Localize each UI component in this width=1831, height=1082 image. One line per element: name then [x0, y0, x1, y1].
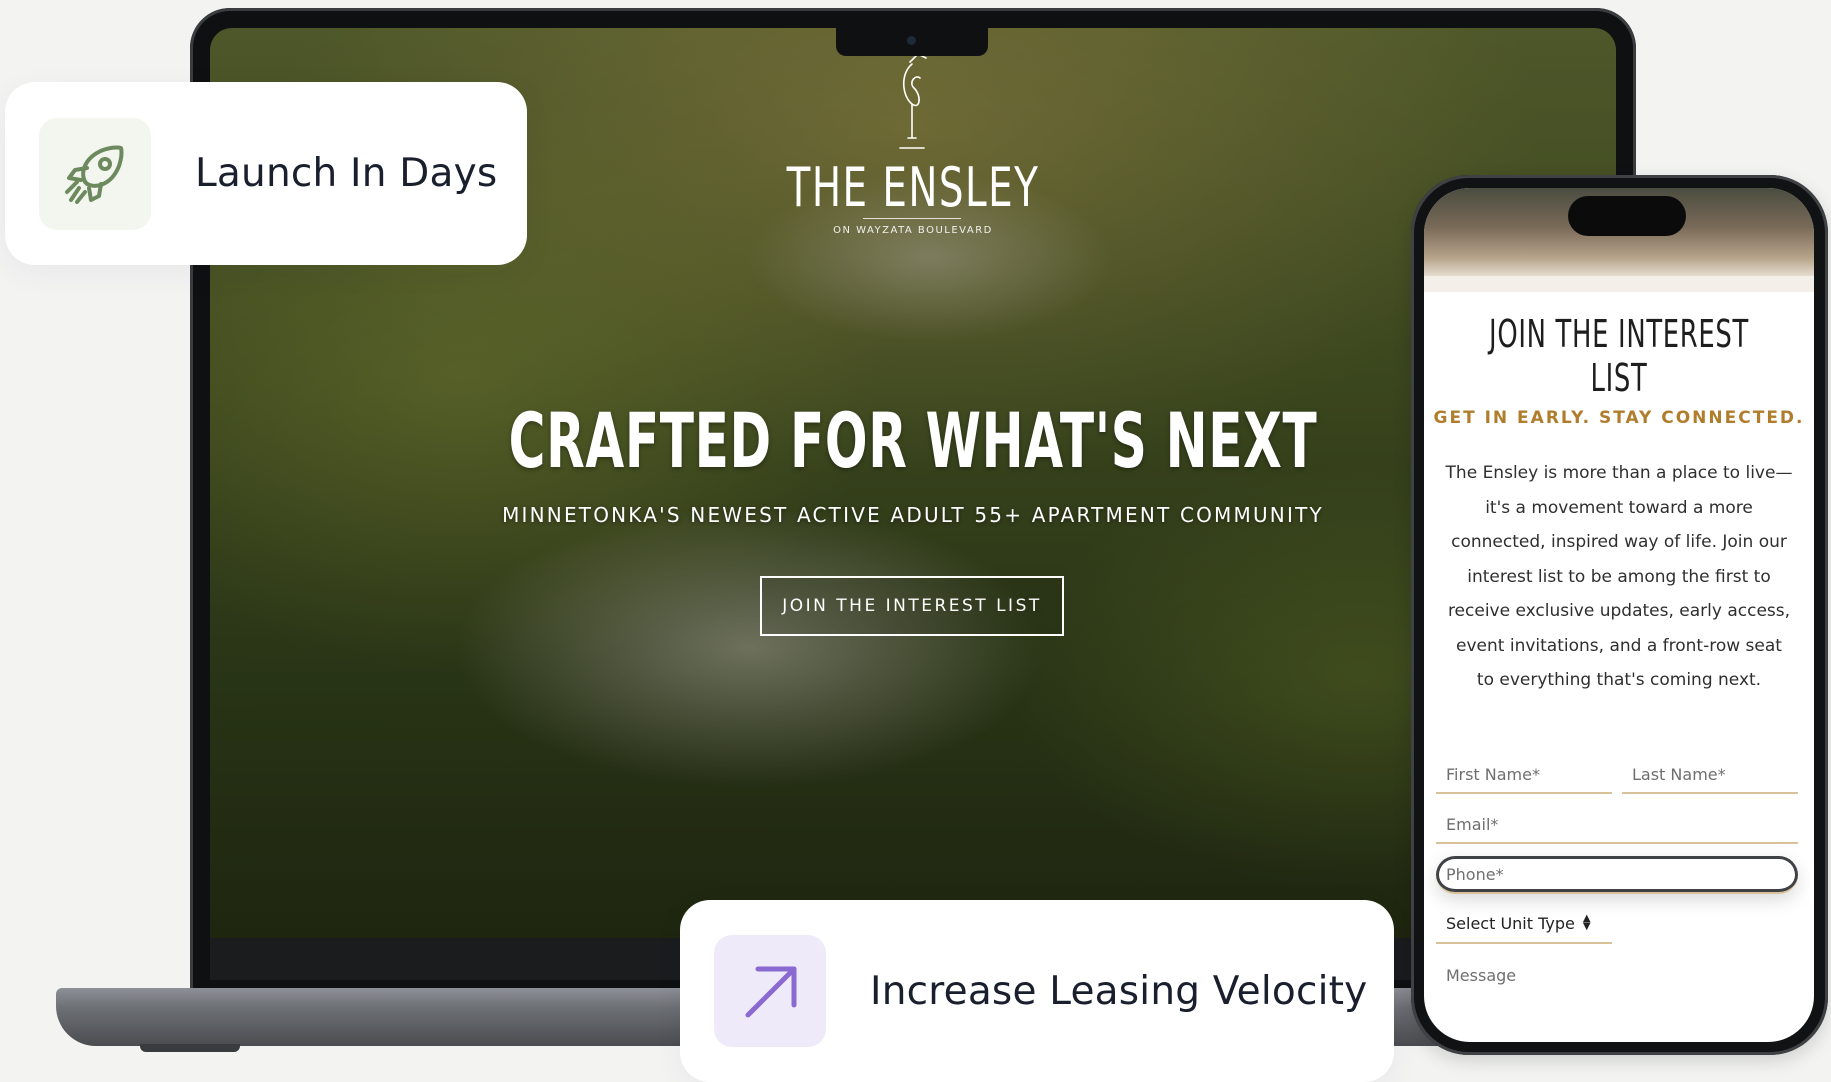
increase-leasing-velocity-label: Increase Leasing Velocity: [870, 968, 1368, 1014]
hero-title: CRAFTED FOR WHAT'S NEXT: [508, 396, 1318, 485]
brand-title: THE ENSLEY: [786, 156, 1040, 219]
join-interest-list-button[interactable]: JOIN THE INTEREST LIST: [760, 576, 1064, 636]
laptop-foot: [140, 1044, 240, 1052]
webcam-icon: [907, 36, 916, 45]
heron-bird-icon: [899, 53, 927, 149]
laptop-screen: THE ENSLEY ON WAYZATA BOULEVARD CRAFTED …: [210, 28, 1616, 938]
last-name-input[interactable]: [1622, 756, 1798, 794]
message-input[interactable]: Message: [1446, 966, 1516, 985]
hero-subtitle: MINNETONKA'S NEWEST ACTIVE ADULT 55+ APA…: [502, 503, 1324, 527]
brand-divider: [863, 218, 961, 219]
website-hero: THE ENSLEY ON WAYZATA BOULEVARD CRAFTED …: [210, 28, 1616, 938]
phone-dynamic-island: [1568, 196, 1686, 236]
laptop-notch: [836, 28, 988, 56]
rocket-icon-tile: [39, 117, 151, 230]
arrow-up-right-icon: [745, 966, 797, 1018]
brand-subtitle: ON WAYZATA BOULEVARD: [833, 225, 993, 236]
rocket-icon: [65, 145, 124, 204]
arrow-icon-tile: [714, 935, 826, 1047]
